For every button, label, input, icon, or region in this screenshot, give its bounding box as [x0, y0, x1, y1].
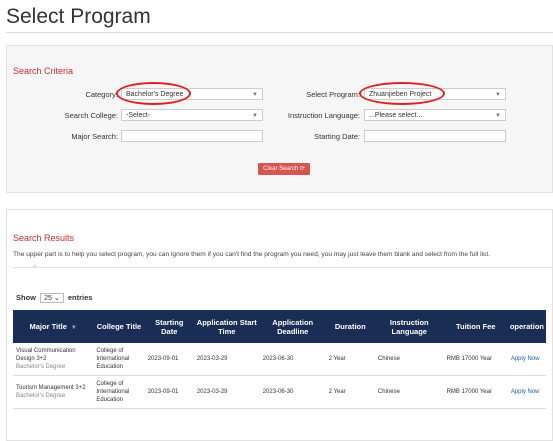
chevron-down-icon: ▼ [495, 92, 501, 98]
degree-label: Bachelor's Degree [16, 364, 66, 370]
entries-label: entries [67, 293, 93, 302]
select-program-label: Select Program: [306, 90, 360, 99]
table-header-row: Major Title ▼ College Title Starting Date… [13, 310, 546, 343]
major-cell: Visual Communication Design 3+2 Bachelor'… [13, 343, 94, 376]
column-header-duration[interactable]: Duration [325, 310, 375, 343]
college-cell: College of International Education [93, 343, 145, 376]
title-divider [6, 32, 553, 33]
entries-length-control: Show 25 ⌄ entries [16, 293, 92, 303]
entries-select-value: 25 [44, 295, 52, 302]
duration-cell: 2 Year [325, 343, 375, 376]
highlight-circle [116, 82, 191, 105]
chevron-down-icon: ▼ [495, 113, 501, 119]
clear-search-label: Clear Search [263, 166, 299, 172]
application-start-cell: 2023-03-29 [193, 375, 260, 409]
tuition-fee-cell: RMB 17000 Year [443, 375, 508, 409]
hint-divider [13, 267, 553, 268]
clear-search-button[interactable]: Clear Search ⟳ [258, 163, 310, 175]
language-cell: Chinese [374, 375, 444, 409]
major-cell: Tourism Management 3+2 Bachelor's Degree [13, 375, 94, 409]
starting-date-cell: 2023-09-01 [144, 375, 194, 409]
search-criteria-title: Search Criteria [13, 66, 74, 76]
apply-now-link[interactable]: Apply Now [507, 375, 546, 409]
category-label: Category: [85, 90, 118, 99]
column-header-instruction-language[interactable]: Instruction Language [374, 310, 444, 343]
major-search-input[interactable] [121, 130, 263, 142]
column-header-tuition-fee[interactable]: Tuition Fee [443, 310, 508, 343]
tuition-fee-cell: RMB 17000 Year [443, 343, 508, 376]
college-label: Search College: [64, 111, 118, 120]
college-select[interactable]: -Select- ▼ [121, 109, 263, 121]
refresh-icon: ⟳ [299, 166, 305, 172]
starting-date-label: Starting Date: [314, 132, 360, 141]
language-cell: Chinese [374, 343, 444, 376]
column-header-operation: operation [507, 310, 546, 343]
pointer-notch-icon [31, 264, 39, 268]
highlight-circle [359, 82, 445, 105]
table-row: Tourism Management 3+2 Bachelor's Degree … [13, 375, 546, 409]
major-search-label: Major Search: [71, 132, 118, 141]
page-title: Select Program [6, 5, 151, 28]
column-header-college-title[interactable]: College Title [93, 310, 145, 343]
language-select[interactable]: ...Please select... ▼ [364, 109, 506, 121]
college-cell: College of International Education [93, 375, 145, 409]
application-deadline-cell: 2023-06-30 [259, 375, 326, 409]
column-header-application-start[interactable]: Application Start Time [193, 310, 260, 343]
starting-date-input[interactable] [364, 130, 506, 142]
results-hint: The upper part is to help you select pro… [13, 251, 490, 258]
language-select-value: ...Please select... [369, 112, 423, 119]
chevron-down-icon: ▼ [252, 92, 258, 98]
application-deadline-cell: 2023-06-30 [259, 343, 326, 376]
starting-date-cell: 2023-09-01 [144, 343, 194, 376]
instruction-language-label: Instruction Language: [287, 111, 360, 120]
column-header-starting-date[interactable]: Starting Date [144, 310, 194, 343]
results-table: Major Title ▼ College Title Starting Date… [13, 310, 546, 409]
chevron-down-icon: ▼ [252, 113, 258, 119]
sort-icon: ▼ [70, 325, 77, 331]
duration-cell: 2 Year [325, 375, 375, 409]
apply-now-link[interactable]: Apply Now [507, 343, 546, 376]
entries-select[interactable]: 25 ⌄ [40, 293, 64, 303]
chevron-down-icon: ⌄ [53, 295, 60, 302]
show-label: Show [16, 293, 36, 302]
column-header-major-title[interactable]: Major Title ▼ [13, 310, 94, 343]
table-row: Visual Communication Design 3+2 Bachelor'… [13, 343, 546, 376]
search-results-title: Search Results [13, 233, 75, 243]
college-select-value: -Select- [126, 112, 151, 119]
degree-label: Bachelor's Degree [16, 393, 66, 399]
application-start-cell: 2023-03-29 [193, 343, 260, 376]
column-header-application-deadline[interactable]: Application Deadline [259, 310, 326, 343]
